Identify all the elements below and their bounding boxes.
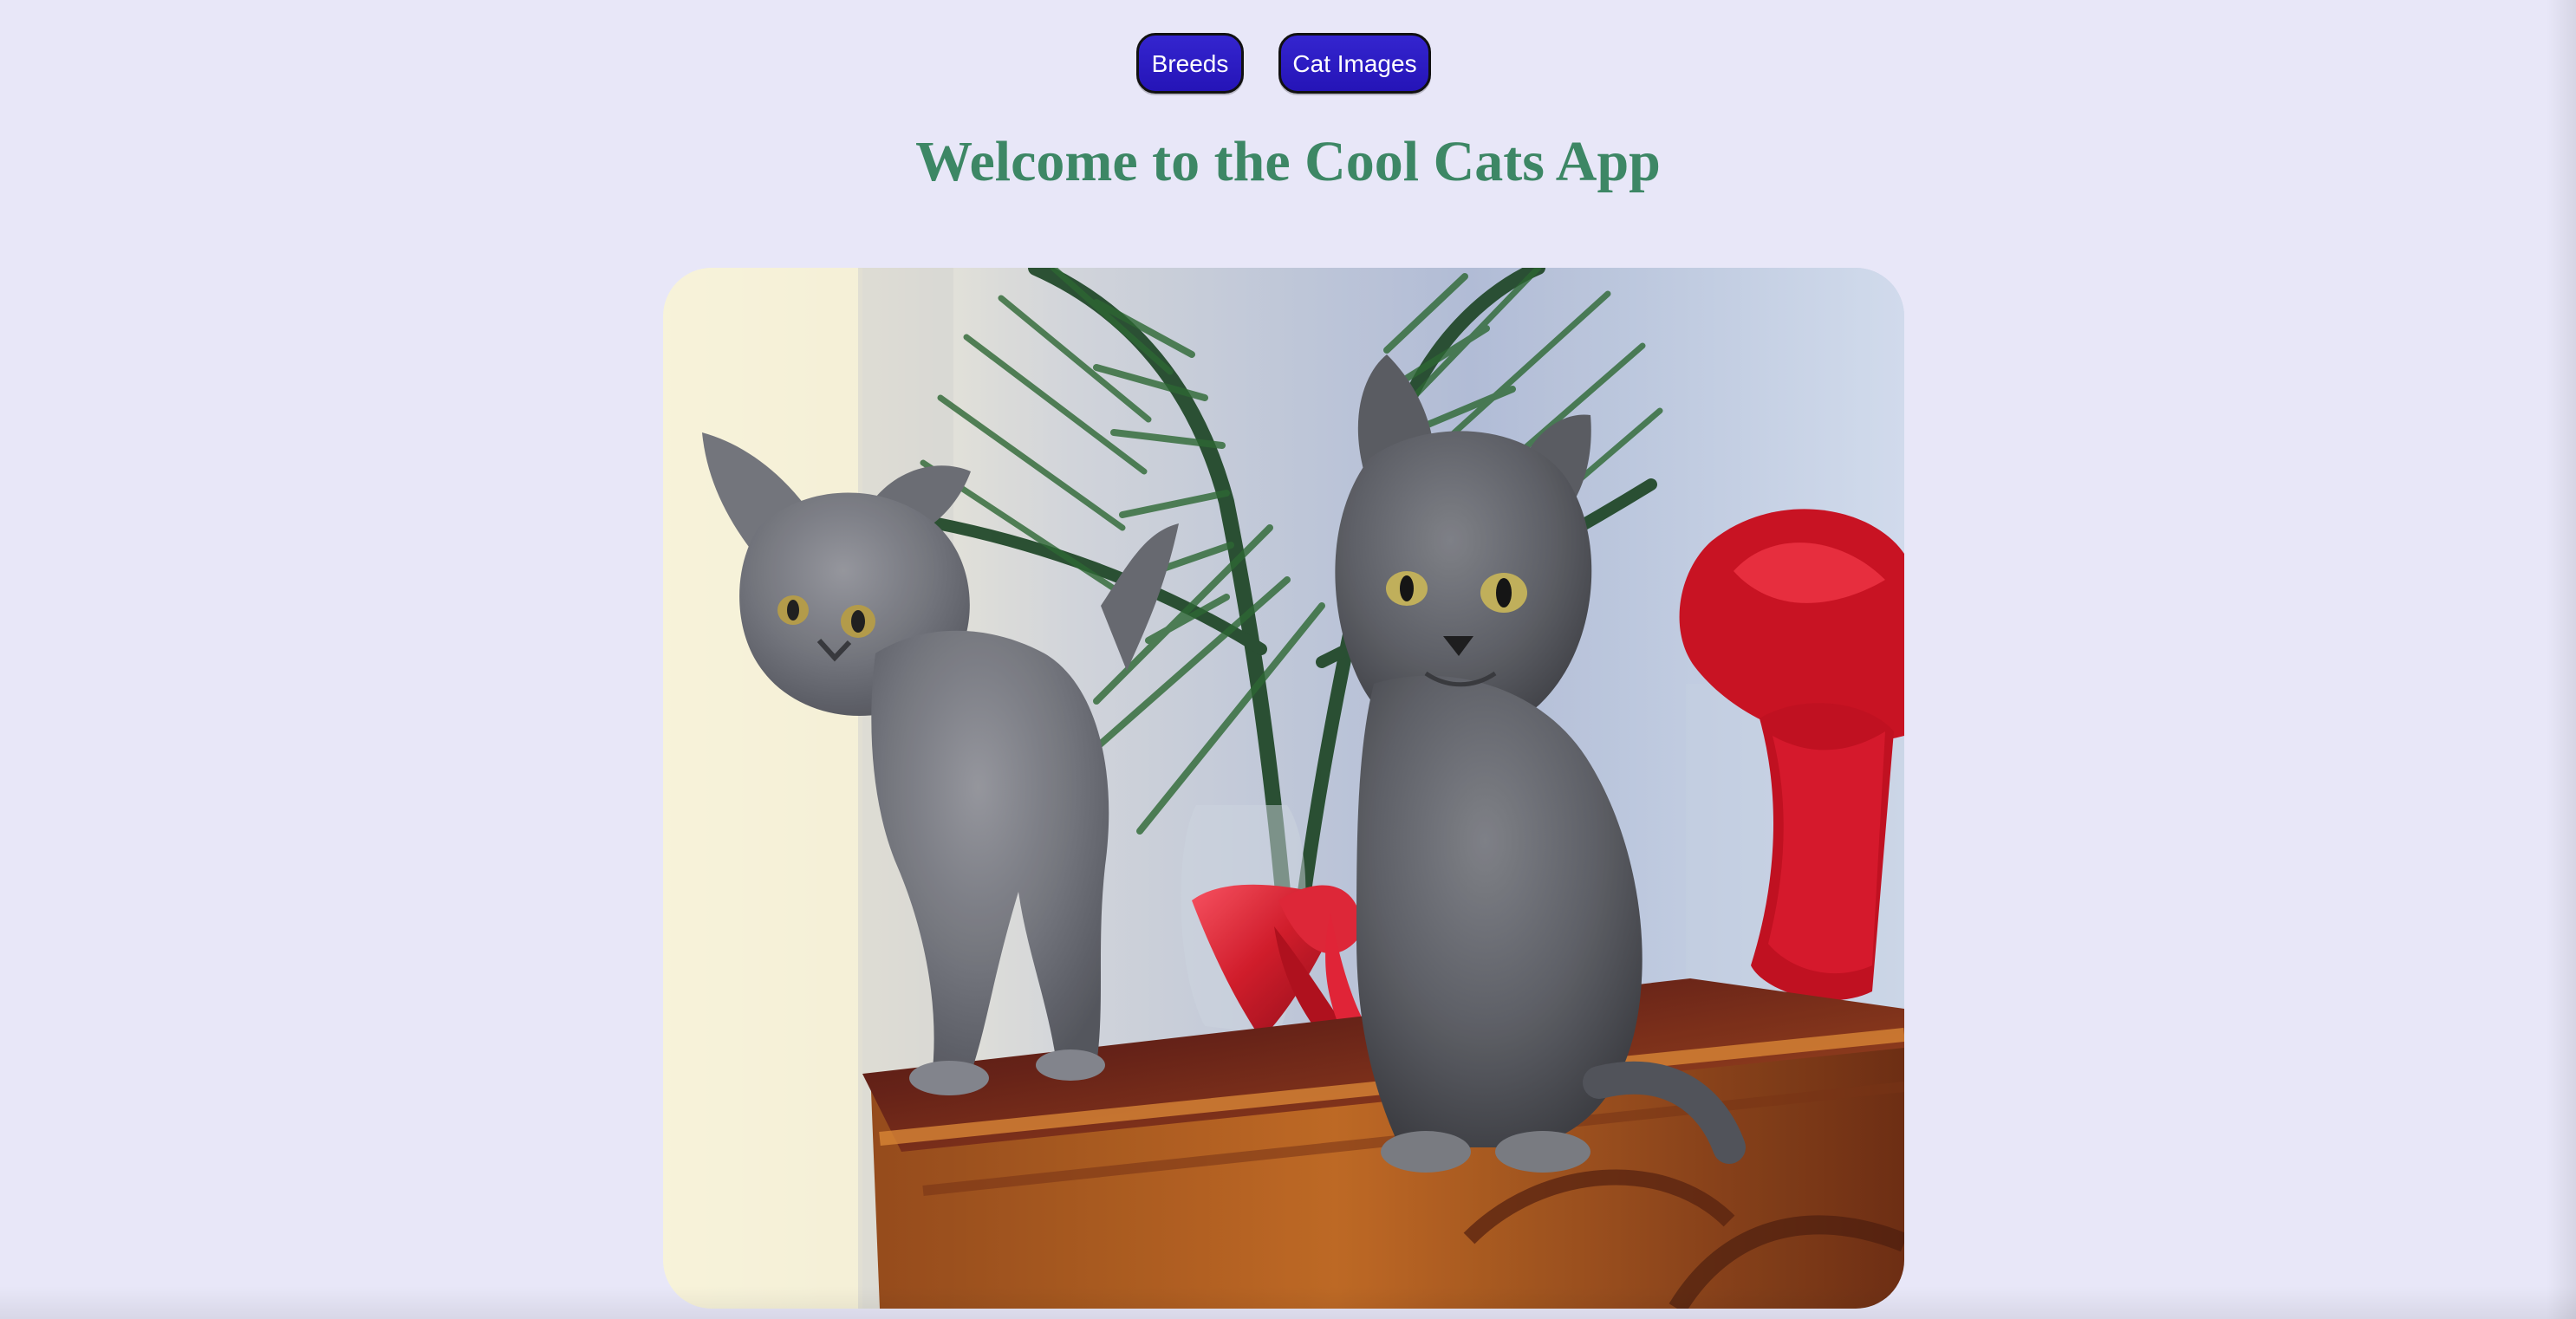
cool-cats-page: Breeds Cat Images Welcome to the Cool Ca…	[0, 0, 2576, 1319]
right-window-shadow	[2547, 0, 2576, 1319]
featured-cat-photo	[663, 268, 1904, 1309]
cat-photo-illustration	[663, 268, 1904, 1309]
cat-images-button[interactable]: Cat Images	[1278, 33, 1431, 94]
breeds-button[interactable]: Breeds	[1136, 33, 1244, 94]
top-navigation: Breeds Cat Images	[0, 33, 2576, 97]
bottom-window-shadow	[0, 1286, 2576, 1319]
page-title: Welcome to the Cool Cats App	[915, 130, 1661, 193]
